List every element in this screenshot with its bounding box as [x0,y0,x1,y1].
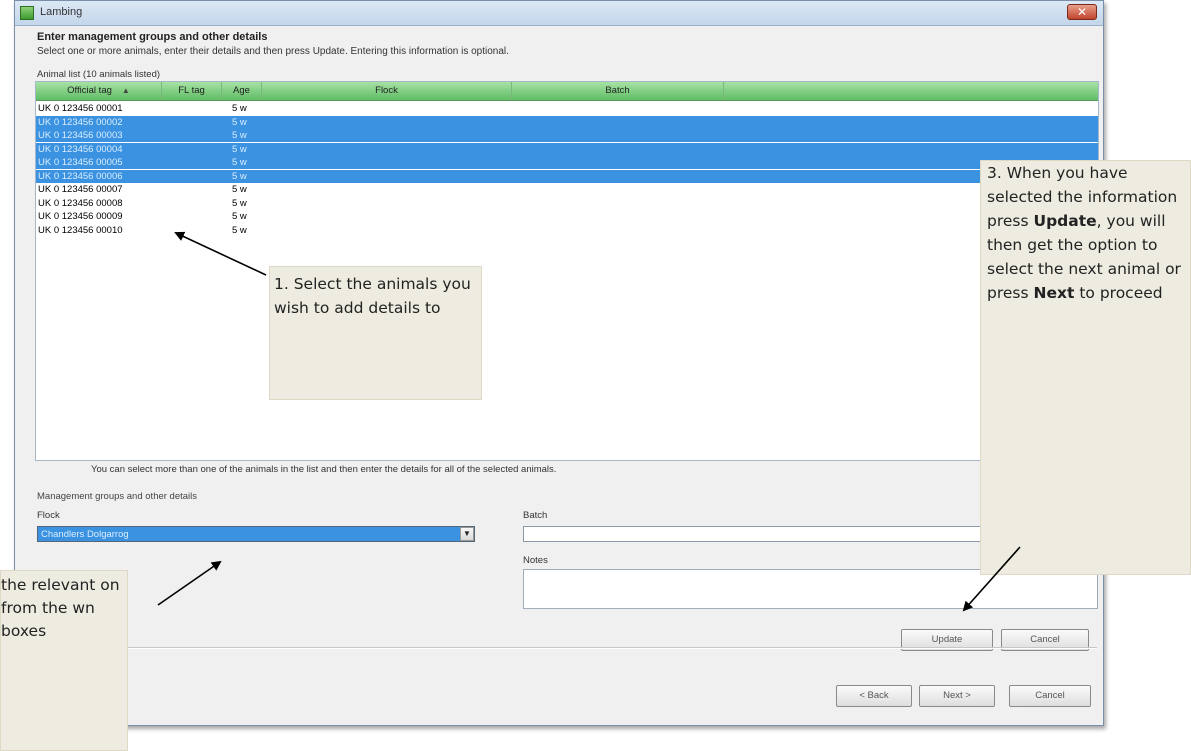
official-tag-cell: UK 0 123456 00003 [38,130,123,141]
notes-label: Notes [523,555,548,566]
animal-list-header: Official tag ▲ FL tag Age Flock Batch [36,82,1098,101]
official-tag-cell: UK 0 123456 00007 [38,184,123,195]
table-row[interactable]: UK 0 123456 00010 5 w [36,224,1098,237]
batch-label: Batch [523,510,548,521]
divider [21,647,1097,649]
table-row[interactable]: UK 0 123456 00007 5 w [36,183,1098,196]
official-tag-cell: UK 0 123456 00002 [38,116,123,128]
official-tag-cell: UK 0 123456 00004 [38,143,123,155]
chevron-down-icon[interactable]: ▼ [460,527,474,541]
official-tag-cell: UK 0 123456 00005 [38,157,123,168]
age-cell: 5 w [232,197,247,209]
next-button[interactable]: Next > [919,685,995,707]
notes-field[interactable] [523,569,1098,609]
official-tag-cell: UK 0 123456 00010 [38,224,123,236]
table-row[interactable]: UK 0 123456 00002 5 w [36,115,1098,129]
age-cell: 5 w [232,170,247,182]
page-heading: Enter management groups and other detail… [37,31,268,43]
window-title: Lambing [40,6,83,18]
table-row[interactable]: UK 0 123456 00006 5 w [36,169,1098,183]
callout-step-3-update: Update [1033,212,1097,230]
list-hint: You can select more than one of the anim… [91,464,557,475]
flock-selected-value: Chandlers Dolgarrog [41,529,129,540]
official-tag-cell: UK 0 123456 00009 [38,211,123,222]
cancel-button[interactable]: Cancel [1009,685,1091,707]
callout-step-3-next: Next [1033,284,1075,302]
column-header-official-tag[interactable]: Official tag ▲ [36,82,162,100]
back-button[interactable]: < Back [836,685,912,707]
flock-dropdown[interactable]: Chandlers Dolgarrog ▼ [37,526,475,542]
age-cell: 5 w [232,143,247,155]
age-cell: 5 w [232,184,247,195]
table-row[interactable]: UK 0 123456 00004 5 w [36,142,1098,156]
batch-dropdown[interactable]: ▼ [523,526,1005,542]
callout-step-1: 1. Select the animals you wish to add de… [269,266,482,400]
animal-list[interactable]: Official tag ▲ FL tag Age Flock Batch UK … [35,81,1099,461]
column-header-flock[interactable]: Flock [262,82,512,100]
official-tag-cell: UK 0 123456 00001 [38,103,123,114]
callout-step-3-text: to proceed [1074,284,1163,302]
sort-ascending-icon: ▲ [121,86,130,95]
age-cell: 5 w [232,211,247,222]
title-bar: Lambing ✕ [15,1,1103,26]
page-instructions: Select one or more animals, enter their … [37,46,509,57]
table-row[interactable]: UK 0 123456 00008 5 w [36,197,1098,210]
animal-list-label: Animal list (10 animals listed) [37,69,161,80]
age-cell: 5 w [232,157,247,168]
flock-label: Flock [37,510,60,521]
age-cell: 5 w [232,224,247,236]
table-row[interactable]: UK 0 123456 00009 5 w [36,210,1098,223]
app-icon [20,6,34,20]
official-tag-cell: UK 0 123456 00006 [38,170,123,182]
lambing-dialog: Lambing ✕ Enter management groups and ot… [14,0,1104,726]
close-button[interactable]: ✕ [1067,4,1097,20]
callout-step-3: 3. When you have selected the informatio… [980,160,1191,575]
age-cell: 5 w [232,116,247,128]
table-row[interactable]: UK 0 123456 00001 5 w [36,102,1098,115]
details-group-label: Management groups and other details [37,491,198,502]
age-cell: 5 w [232,103,247,114]
column-header-label: Official tag [67,85,112,96]
table-row[interactable]: UK 0 123456 00003 5 w [36,129,1098,142]
column-header-fl-tag[interactable]: FL tag [162,82,222,100]
table-row[interactable]: UK 0 123456 00005 5 w [36,156,1098,169]
column-header-batch[interactable]: Batch [512,82,724,100]
column-header-age[interactable]: Age [222,82,262,100]
callout-step-2: the relevant on from the wn boxes [0,570,128,751]
official-tag-cell: UK 0 123456 00008 [38,197,123,209]
age-cell: 5 w [232,130,247,141]
